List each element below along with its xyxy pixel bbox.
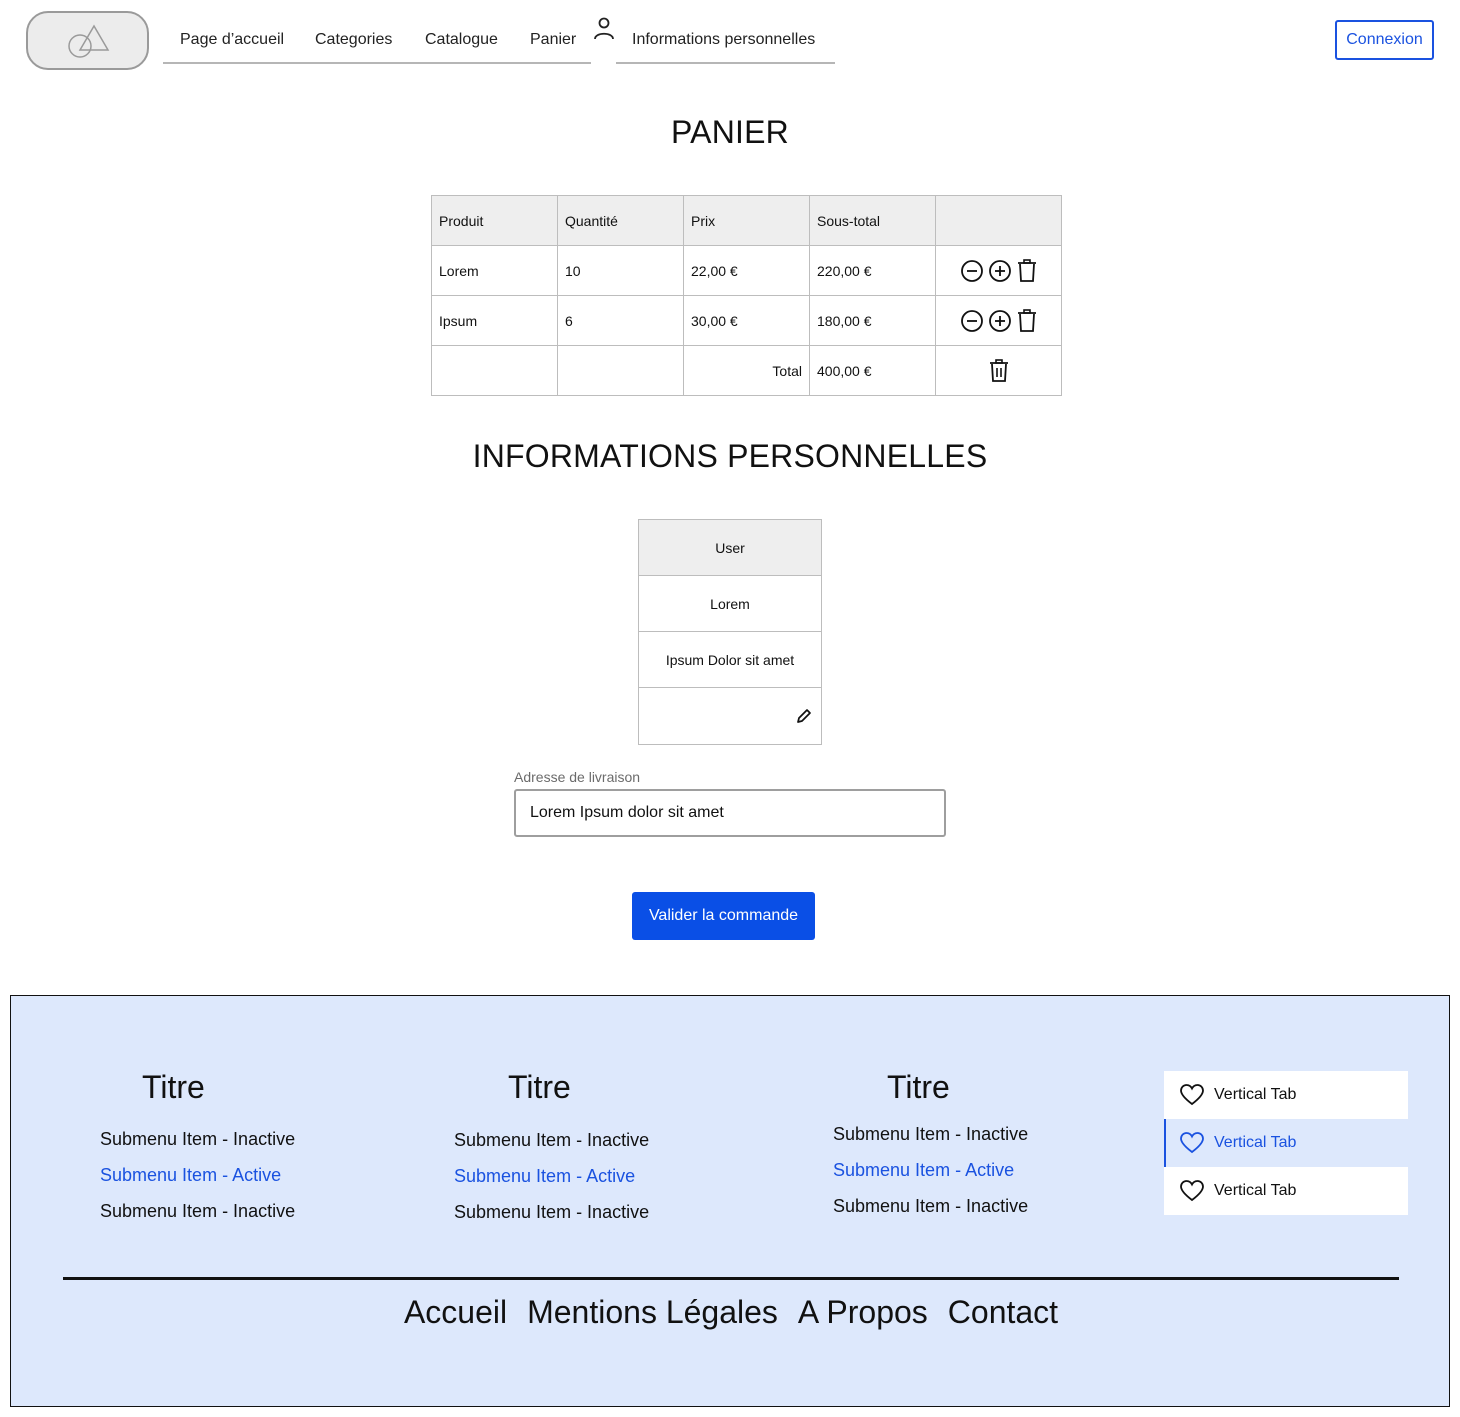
table-row: Lorem 10 22,00 € 220,00 €: [431, 245, 1062, 296]
nav-cart[interactable]: Panier: [530, 31, 576, 49]
user-card-header: User: [639, 520, 821, 576]
table-total-row: Total 400,00 €: [431, 345, 1062, 396]
submenu-item[interactable]: Submenu Item - Inactive: [454, 1202, 649, 1223]
total-value: 400,00 €: [809, 345, 936, 396]
actions-cell: [935, 345, 1062, 396]
vertical-tab-label: Vertical Tab: [1214, 1086, 1297, 1103]
shapes-logo-icon: [67, 24, 109, 58]
user-card: User Lorem Ipsum Dolor sit amet: [638, 519, 822, 745]
validate-order-button[interactable]: Valider la commande: [632, 892, 815, 940]
submenu-item-active[interactable]: Submenu Item - Active: [833, 1160, 1014, 1181]
heart-icon: [1180, 1132, 1204, 1154]
vertical-tab-label: Vertical Tab: [1214, 1182, 1297, 1199]
footer-column-title: Titre: [508, 1069, 571, 1105]
submenu-item[interactable]: Submenu Item - Inactive: [100, 1201, 295, 1222]
submenu-item[interactable]: Submenu Item - Inactive: [833, 1124, 1028, 1145]
trash-all-icon[interactable]: [988, 358, 1010, 383]
footer: Titre Submenu Item - Inactive Submenu It…: [10, 995, 1450, 1407]
main-nav: Page d’accueil Categories Catalogue Pani…: [163, 28, 591, 64]
nav-personal-info[interactable]: Informations personnelles: [632, 31, 815, 49]
table-row: Ipsum 6 30,00 € 180,00 €: [431, 295, 1062, 346]
submenu-item-active[interactable]: Submenu Item - Active: [454, 1166, 635, 1187]
price-cell: 22,00 €: [683, 245, 810, 296]
nav-catalogue[interactable]: Catalogue: [425, 31, 498, 49]
column-header: Prix: [683, 195, 810, 246]
vertical-tabs: Vertical Tab Vertical Tab Vertical Tab: [1164, 1071, 1408, 1215]
vertical-tab-label: Vertical Tab: [1214, 1134, 1297, 1151]
user-edit-cell: [639, 688, 821, 744]
submenu-item[interactable]: Submenu Item - Inactive: [454, 1130, 649, 1151]
quantity-cell: 10: [557, 245, 684, 296]
column-header: Sous-total: [809, 195, 936, 246]
login-button[interactable]: Connexion: [1335, 20, 1434, 60]
column-header: Produit: [431, 195, 558, 246]
user-name: Lorem: [639, 576, 821, 632]
footer-column-title: Titre: [142, 1069, 205, 1105]
submenu-item-active[interactable]: Submenu Item - Active: [100, 1165, 281, 1186]
pencil-icon[interactable]: [795, 707, 813, 725]
product-cell: Ipsum: [431, 295, 558, 346]
heart-icon: [1180, 1084, 1204, 1106]
heart-icon: [1180, 1180, 1204, 1202]
plus-circle-icon[interactable]: [988, 309, 1012, 333]
footer-divider: [63, 1277, 1399, 1280]
footer-link-legal[interactable]: Mentions Légales: [527, 1294, 778, 1331]
personal-info-title: INFORMATIONS PERSONNELLES: [472, 438, 988, 474]
footer-link-home[interactable]: Accueil: [404, 1294, 507, 1331]
empty-cell: [431, 345, 558, 396]
actions-cell: [935, 245, 1062, 296]
footer-column-title: Titre: [887, 1069, 950, 1105]
column-header: [935, 195, 1062, 246]
address-input[interactable]: [514, 789, 946, 837]
cart-title: PANIER: [671, 114, 789, 150]
user-icon: [594, 17, 614, 40]
vertical-tab-active[interactable]: Vertical Tab: [1164, 1119, 1408, 1167]
price-cell: 30,00 €: [683, 295, 810, 346]
trash-icon[interactable]: [1016, 308, 1038, 333]
empty-cell: [557, 345, 684, 396]
nav-categories[interactable]: Categories: [315, 31, 392, 49]
vertical-tab[interactable]: Vertical Tab: [1164, 1071, 1408, 1119]
table-header-row: Produit Quantité Prix Sous-total: [431, 195, 1062, 246]
logo[interactable]: [26, 11, 149, 70]
footer-link-about[interactable]: A Propos: [798, 1294, 928, 1331]
submenu-item[interactable]: Submenu Item - Inactive: [833, 1196, 1028, 1217]
subtotal-cell: 220,00 €: [809, 245, 936, 296]
trash-icon[interactable]: [1016, 258, 1038, 283]
quantity-cell: 6: [557, 295, 684, 346]
total-label: Total: [683, 345, 810, 396]
submenu-item[interactable]: Submenu Item - Inactive: [100, 1129, 295, 1150]
nav-home[interactable]: Page d’accueil: [180, 31, 284, 49]
actions-cell: [935, 295, 1062, 346]
vertical-tab[interactable]: Vertical Tab: [1164, 1167, 1408, 1215]
minus-circle-icon[interactable]: [960, 259, 984, 283]
address-label: Adresse de livraison: [514, 769, 641, 785]
footer-links: Accueil Mentions Légales A Propos Contac…: [11, 1294, 1451, 1331]
personal-nav[interactable]: Informations personnelles: [592, 14, 835, 64]
minus-circle-icon[interactable]: [960, 309, 984, 333]
footer-link-contact[interactable]: Contact: [948, 1294, 1058, 1331]
user-details: Ipsum Dolor sit amet: [639, 632, 821, 688]
product-cell: Lorem: [431, 245, 558, 296]
cart-table: Produit Quantité Prix Sous-total Lorem 1…: [431, 195, 1062, 396]
nav-underline: [616, 62, 835, 64]
column-header: Quantité: [557, 195, 684, 246]
subtotal-cell: 180,00 €: [809, 295, 936, 346]
plus-circle-icon[interactable]: [988, 259, 1012, 283]
